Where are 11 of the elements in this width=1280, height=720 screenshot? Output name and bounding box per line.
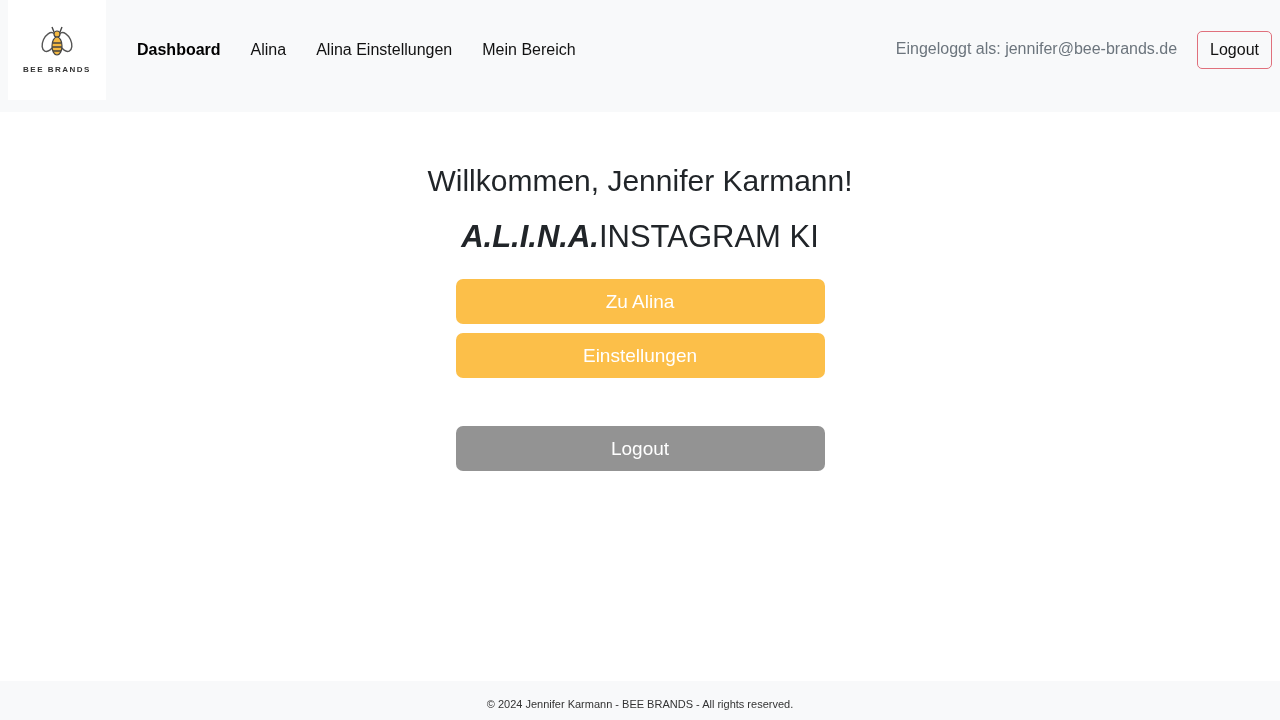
nav-link[interactable]: Alina bbox=[236, 30, 301, 70]
logged-in-user-text: Eingeloggt als: jennifer@bee-brands.de bbox=[895, 38, 1178, 59]
logout-button[interactable]: Logout bbox=[1197, 31, 1272, 69]
logo-text: BEE BRANDS bbox=[23, 63, 91, 76]
nav-link[interactable]: Dashboard bbox=[123, 30, 235, 70]
nav-link[interactable]: Alina Einstellungen bbox=[302, 30, 467, 70]
logo[interactable]: BEE BRANDS bbox=[8, 0, 106, 100]
copyright-text: © 2024 Jennifer Karmann - BEE BRANDS - All rights reserved. bbox=[486, 697, 794, 713]
welcome-heading: Willkommen, Jennifer Karmann! bbox=[427, 163, 853, 199]
app-title: A.L.I.N.A.INSTAGRAM KI bbox=[461, 217, 819, 256]
nav-link[interactable]: Mein Bereich bbox=[468, 30, 590, 70]
